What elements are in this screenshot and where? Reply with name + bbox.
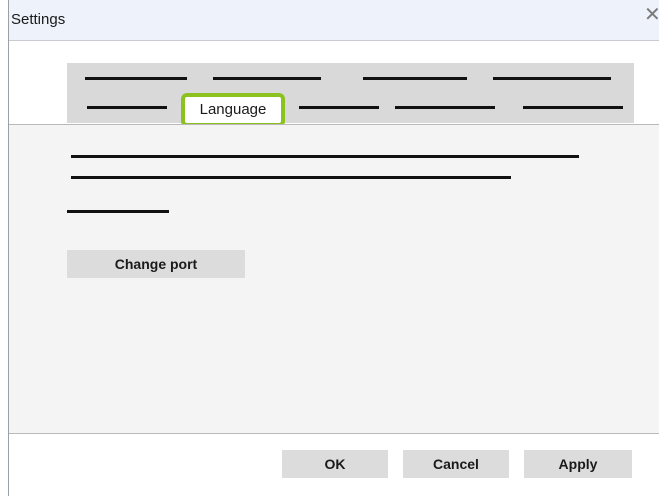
- apply-button[interactable]: Apply: [524, 450, 632, 478]
- change-port-button[interactable]: Change port: [67, 250, 245, 278]
- tab-redacted-6[interactable]: [299, 106, 379, 109]
- close-icon[interactable]: ✕: [644, 3, 659, 29]
- cancel-button[interactable]: Cancel: [403, 450, 509, 478]
- ok-button[interactable]: OK: [282, 450, 388, 478]
- tab-redacted-3[interactable]: [363, 77, 467, 80]
- redacted-text-line-1: [71, 155, 579, 158]
- settings-dialog: Settings ✕ Language Change port OK Cance…: [8, 0, 659, 496]
- tab-redacted-7[interactable]: [395, 106, 495, 109]
- tab-redacted-5[interactable]: [87, 106, 167, 109]
- tab-language[interactable]: Language: [181, 93, 285, 127]
- window-title: Settings: [11, 11, 66, 28]
- redacted-text-line-2: [71, 176, 511, 179]
- title-bar: Settings ✕: [9, 0, 659, 41]
- tab-redacted-4[interactable]: [493, 77, 611, 80]
- tab-redacted-1[interactable]: [85, 77, 187, 80]
- tab-strip: [67, 63, 634, 123]
- tab-redacted-8[interactable]: [523, 106, 623, 109]
- tab-redacted-2[interactable]: [213, 77, 321, 80]
- redacted-label-line: [67, 210, 169, 213]
- settings-panel: Change port: [9, 124, 659, 434]
